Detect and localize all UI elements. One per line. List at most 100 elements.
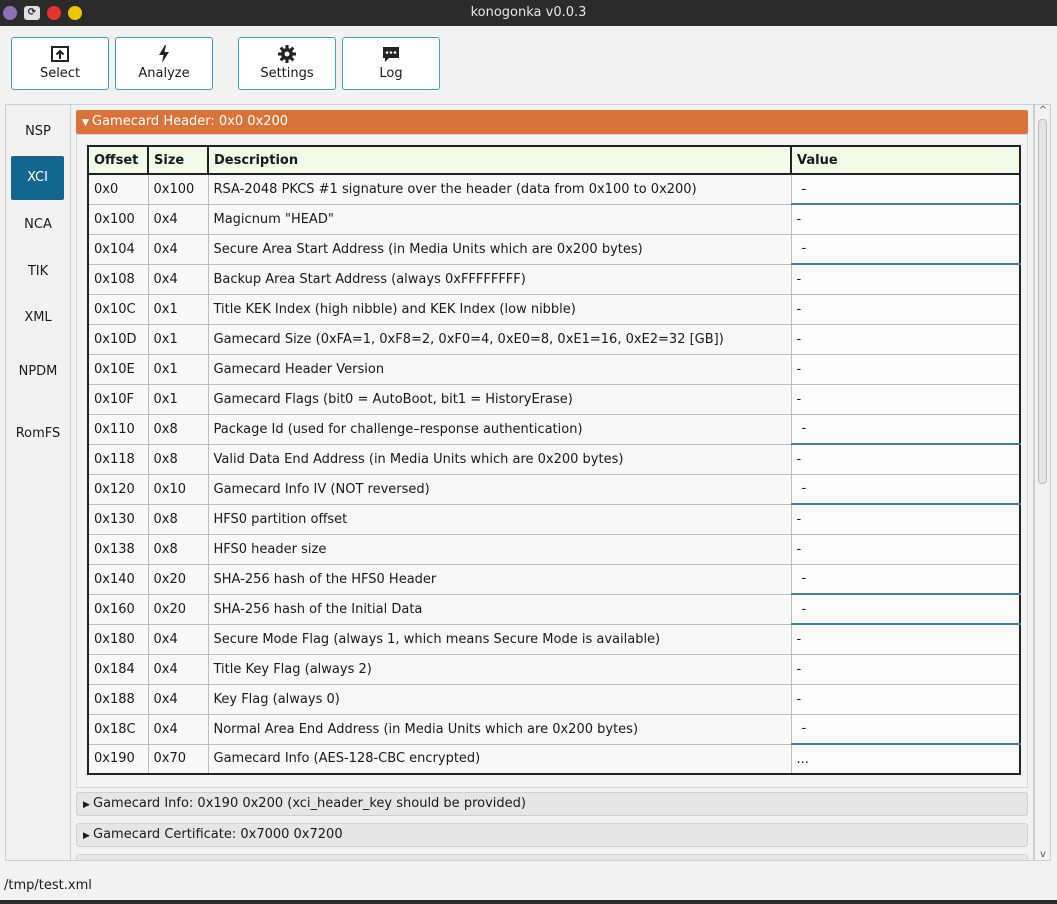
sidebar-item-xml[interactable]: XML [6, 310, 70, 325]
description-cell: Valid Data End Address (in Media Units w… [207, 443, 792, 475]
offset-cell: 0x130 [87, 503, 149, 535]
settings-button[interactable]: Settings [238, 37, 336, 90]
offset-cell: 0x100 [87, 203, 149, 235]
size-cell: 0x20 [147, 563, 209, 595]
value-cell[interactable]: - [790, 263, 1021, 295]
value-cell[interactable]: - [790, 173, 1021, 205]
column-header-offset: Offset [87, 145, 149, 175]
value-cell[interactable]: - [790, 293, 1021, 325]
main-panel: ▼ Gamecard Header: 0x0 0x200 Offset Size … [70, 104, 1034, 861]
size-cell: 0x4 [147, 623, 209, 655]
sidebar-item-nsp[interactable]: NSP [6, 124, 70, 139]
status-bar: /tmp/test.xml [0, 868, 1057, 900]
value-cell[interactable]: - [790, 443, 1021, 475]
description-cell: Backup Area Start Address (always 0xFFFF… [207, 263, 792, 295]
description-cell: Normal Area End Address (in Media Units … [207, 713, 792, 745]
size-cell: 0x70 [147, 743, 209, 775]
size-cell: 0x4 [147, 233, 209, 265]
table-row: 0x0 0x100 RSA-2048 PKCS #1 signature over … [87, 173, 1021, 205]
offset-cell: 0x160 [87, 593, 149, 625]
offset-cell: 0x180 [87, 623, 149, 655]
lightning-icon [159, 45, 169, 63]
open-file-icon [51, 46, 69, 62]
select-label: Select [39, 66, 81, 81]
offset-cell: 0x184 [87, 653, 149, 685]
description-cell: Key Flag (always 0) [207, 683, 792, 715]
offset-cell: 0x190 [87, 743, 149, 775]
sidebar-item-nca[interactable]: NCA [6, 217, 70, 232]
analyze-label: Analyze [138, 66, 190, 81]
column-header-description: Description [207, 145, 792, 175]
vertical-scrollbar[interactable]: ^ v [1034, 104, 1051, 861]
gamecard-header-section: ▼ Gamecard Header: 0x0 0x200 Offset Size … [76, 110, 1028, 788]
offset-cell: 0x10D [87, 323, 149, 355]
gamecard-certificate-section[interactable]: ▶ Gamecard Certificate: 0x7000 0x7200 [76, 823, 1028, 847]
description-cell: Secure Mode Flag (always 1, which means … [207, 623, 792, 655]
description-cell: HFS0 partition offset [207, 503, 792, 535]
size-cell: 0x8 [147, 443, 209, 475]
scrollbar-thumb[interactable] [1038, 119, 1047, 484]
gamecard-header-body: Offset Size Description Value 0x0 0x100 RS… [76, 134, 1028, 788]
value-cell[interactable]: - [790, 683, 1021, 715]
table-row: 0x10D 0x1 Gamecard Size (0xFA=1, 0xF8=2, 0… [87, 323, 1021, 355]
value-cell[interactable]: - [790, 353, 1021, 385]
gamecard-header-title: Gamecard Header: 0x0 0x200 [92, 114, 289, 129]
value-cell[interactable]: - [790, 503, 1021, 535]
offset-cell: 0x140 [87, 563, 149, 595]
description-cell: RSA-2048 PKCS #1 signature over the head… [207, 173, 792, 205]
value-cell[interactable]: - [790, 323, 1021, 355]
value-cell[interactable]: - [790, 533, 1021, 565]
offset-cell: 0x108 [87, 263, 149, 295]
value-cell[interactable]: ... [790, 743, 1021, 775]
value-cell[interactable]: - [790, 713, 1021, 745]
sidebar-nav: NSP XCI NCA TIK XML NPDM RomFS [5, 104, 71, 861]
offset-cell: 0x138 [87, 533, 149, 565]
offset-cell: 0x0 [87, 173, 149, 205]
scroll-down-arrow-icon[interactable]: v [1037, 849, 1049, 860]
value-cell[interactable]: - [790, 413, 1021, 445]
sidebar-item-npdm[interactable]: NPDM [6, 364, 70, 379]
collapsed-triangle-icon: ▶ [83, 831, 90, 841]
description-cell: Gamecard Info IV (NOT reversed) [207, 473, 792, 505]
select-button[interactable]: Select [11, 37, 109, 90]
value-cell[interactable]: - [790, 623, 1021, 655]
scroll-up-arrow-icon[interactable]: ^ [1037, 105, 1049, 116]
table-row: 0x160 0x20 SHA-256 hash of the Initial Dat… [87, 593, 1021, 625]
value-cell[interactable]: - [790, 203, 1021, 235]
analyze-button[interactable]: Analyze [115, 37, 213, 90]
log-button[interactable]: Log [342, 37, 440, 90]
title-bar: ⟳ konogonka v0.0.3 [0, 0, 1057, 26]
size-cell: 0x20 [147, 593, 209, 625]
table-row: 0x130 0x8 HFS0 partition offset - [87, 503, 1021, 535]
table-row: 0x108 0x4 Backup Area Start Address (alway… [87, 263, 1021, 295]
size-cell: 0x10 [147, 473, 209, 505]
offset-cell: 0x120 [87, 473, 149, 505]
description-cell: Package Id (used for challenge–response … [207, 413, 792, 445]
sidebar-item-romfs[interactable]: RomFS [6, 426, 70, 441]
sidebar-item-tik[interactable]: TIK [6, 264, 70, 279]
description-cell: HFS0 header size [207, 533, 792, 565]
table-row: 0x10C 0x1 Title KEK Index (high nibble) an… [87, 293, 1021, 325]
description-cell: Gamecard Info (AES-128-CBC encrypted) [207, 743, 792, 775]
gamecard-info-section[interactable]: ▶ Gamecard Info: 0x190 0x200 (xci_header_… [76, 792, 1028, 816]
value-cell[interactable]: - [790, 383, 1021, 415]
offset-cell: 0x104 [87, 233, 149, 265]
size-cell: 0x100 [147, 173, 209, 205]
value-cell[interactable]: - [790, 653, 1021, 685]
table-row: 0x104 0x4 Secure Area Start Address (in Me… [87, 233, 1021, 265]
table-row: 0x140 0x20 SHA-256 hash of the HFS0 Header… [87, 563, 1021, 595]
value-cell[interactable]: - [790, 563, 1021, 595]
next-section-partial[interactable] [76, 854, 1028, 860]
table-row: 0x184 0x4 Title Key Flag (always 2) - [87, 653, 1021, 685]
value-cell[interactable]: - [790, 593, 1021, 625]
settings-label: Settings [260, 66, 314, 81]
collapsed-triangle-icon: ▶ [83, 800, 90, 810]
value-cell[interactable]: - [790, 473, 1021, 505]
size-cell: 0x4 [147, 203, 209, 235]
description-cell: Title Key Flag (always 2) [207, 653, 792, 685]
gamecard-header-titled-pane[interactable]: ▼ Gamecard Header: 0x0 0x200 [76, 110, 1028, 134]
sidebar-item-xci[interactable]: XCI [11, 156, 64, 200]
value-cell[interactable]: - [790, 233, 1021, 265]
offset-cell: 0x10F [87, 383, 149, 415]
column-header-size: Size [147, 145, 209, 175]
